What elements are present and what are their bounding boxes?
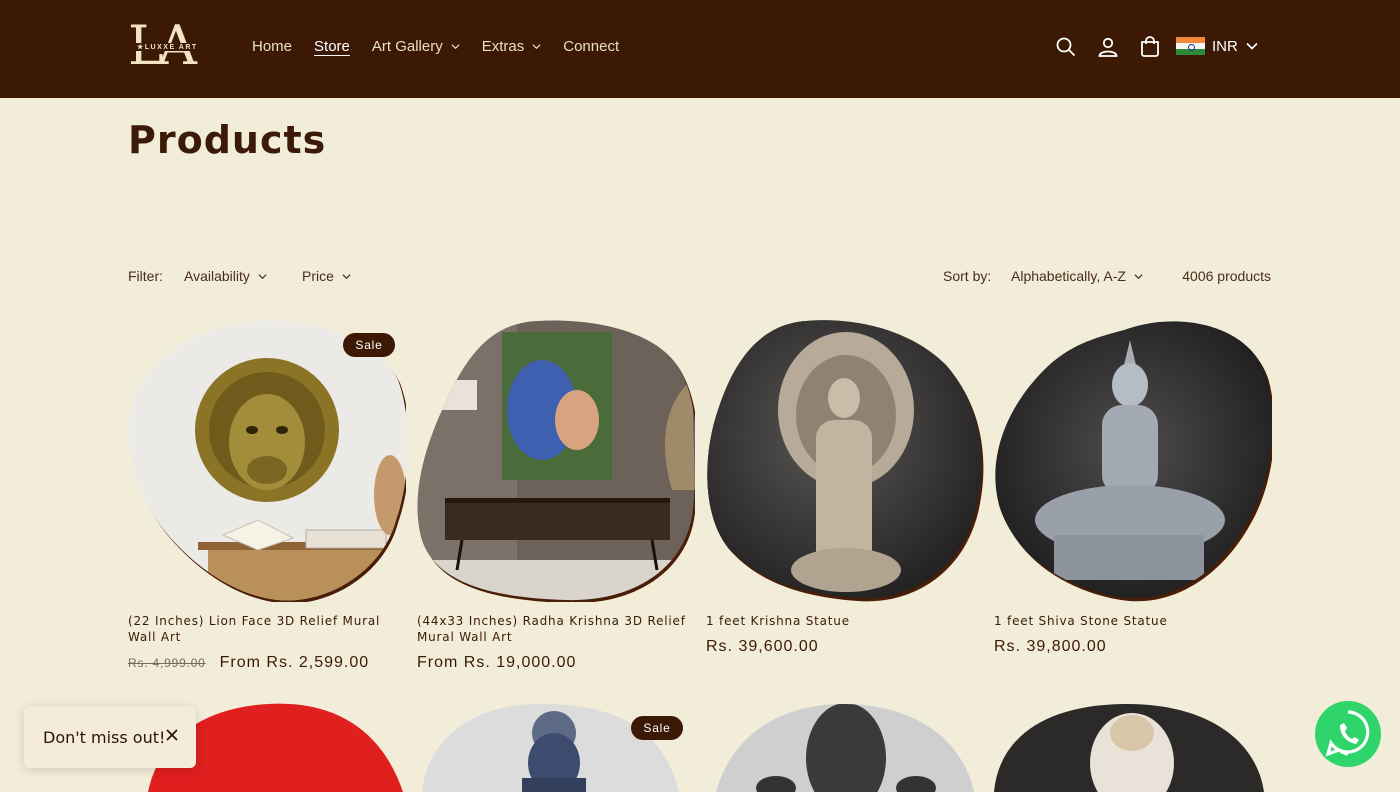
filter-bar: Filter: Availability Price Sort by: Alph… <box>128 268 1271 288</box>
site-header: LA ★LUXXE ART Home Store Art Gallery Ext… <box>0 0 1400 98</box>
chevron-down-icon <box>1134 273 1143 279</box>
currency-selector[interactable]: INR <box>1176 37 1258 55</box>
product-title[interactable]: 1 feet Shiva Stone Statue <box>994 613 1272 629</box>
price: Rs. 39,600.00 <box>706 638 819 655</box>
product-title[interactable]: 1 feet Krishna Statue <box>706 613 984 629</box>
availability-filter[interactable]: Availability <box>184 268 267 284</box>
chevron-down-icon <box>342 273 351 279</box>
nav-connect[interactable]: Connect <box>563 38 619 55</box>
price-row: Rs. 39,800.00 <box>994 638 1107 656</box>
nav-extras-label: Extras <box>481 38 525 55</box>
nav-art-gallery-label: Art Gallery <box>371 38 443 55</box>
main-nav: Home Store Art Gallery Extras Connect <box>252 38 641 55</box>
price-filter[interactable]: Price <box>302 268 351 284</box>
nav-art-gallery[interactable]: Art Gallery <box>372 38 460 55</box>
filter-label: Filter: <box>128 268 163 284</box>
account-icon[interactable] <box>1096 35 1120 59</box>
close-icon[interactable] <box>165 728 179 742</box>
price-row: Rs. 39,600.00 <box>706 638 819 656</box>
product-title[interactable]: (44x33 Inches) Radha Krishna 3D Relief M… <box>417 613 695 645</box>
product-image-ganesha-dark[interactable] <box>706 703 984 792</box>
chevron-down-icon <box>1246 42 1258 50</box>
nav-home-label: Home <box>252 38 293 55</box>
chevron-down-icon <box>258 273 267 279</box>
popup-text: Don't miss out! <box>43 727 166 747</box>
brand-logo[interactable]: LA ★LUXXE ART <box>128 16 216 76</box>
regular-price: Rs. 4,999.00 <box>128 656 206 670</box>
nav-home[interactable]: Home <box>252 38 292 55</box>
product-image-krishna-statue[interactable] <box>706 320 984 602</box>
product-image-lion-mural[interactable] <box>128 320 406 602</box>
price-row: From Rs. 19,000.00 <box>417 654 576 672</box>
sort-select[interactable]: Alphabetically, A-Z <box>1011 268 1143 284</box>
product-image-ganesha-white[interactable] <box>994 703 1272 792</box>
india-flag-icon <box>1176 37 1205 55</box>
currency-code: INR <box>1212 37 1238 55</box>
nav-store-label: Store <box>314 38 350 55</box>
header-icons <box>1054 35 1180 59</box>
logo-subtitle: ★LUXXE ART <box>134 43 201 51</box>
sale-badge: Sale <box>343 333 395 357</box>
nav-connect-label: Connect <box>563 38 620 55</box>
page-title: Products <box>128 118 327 162</box>
price-label: Price <box>302 268 334 284</box>
nav-extras[interactable]: Extras <box>482 38 542 55</box>
price: Rs. 39,800.00 <box>994 638 1107 655</box>
chevron-down-icon <box>451 44 460 50</box>
whatsapp-icon[interactable] <box>1314 696 1382 772</box>
sale-price: From Rs. 2,599.00 <box>219 654 370 671</box>
sort-value: Alphabetically, A-Z <box>1011 268 1126 284</box>
price: From Rs. 19,000.00 <box>417 654 577 671</box>
product-count: 4006 products <box>1182 268 1271 284</box>
search-icon[interactable] <box>1054 35 1078 59</box>
product-image-radha-krishna-mural[interactable] <box>417 320 695 602</box>
dont-miss-out-popup[interactable]: Don't miss out! <box>24 706 196 768</box>
cart-icon[interactable] <box>1138 35 1162 59</box>
nav-store[interactable]: Store <box>314 38 350 55</box>
availability-label: Availability <box>184 268 250 284</box>
product-title[interactable]: (22 Inches) Lion Face 3D Relief Mural Wa… <box>128 613 406 645</box>
chevron-down-icon <box>532 44 541 50</box>
sort-label: Sort by: <box>943 268 992 284</box>
sale-badge: Sale <box>631 716 683 740</box>
product-image-shiva-statue[interactable] <box>994 320 1272 602</box>
price-row: Rs. 4,999.00 From Rs. 2,599.00 <box>128 654 369 672</box>
